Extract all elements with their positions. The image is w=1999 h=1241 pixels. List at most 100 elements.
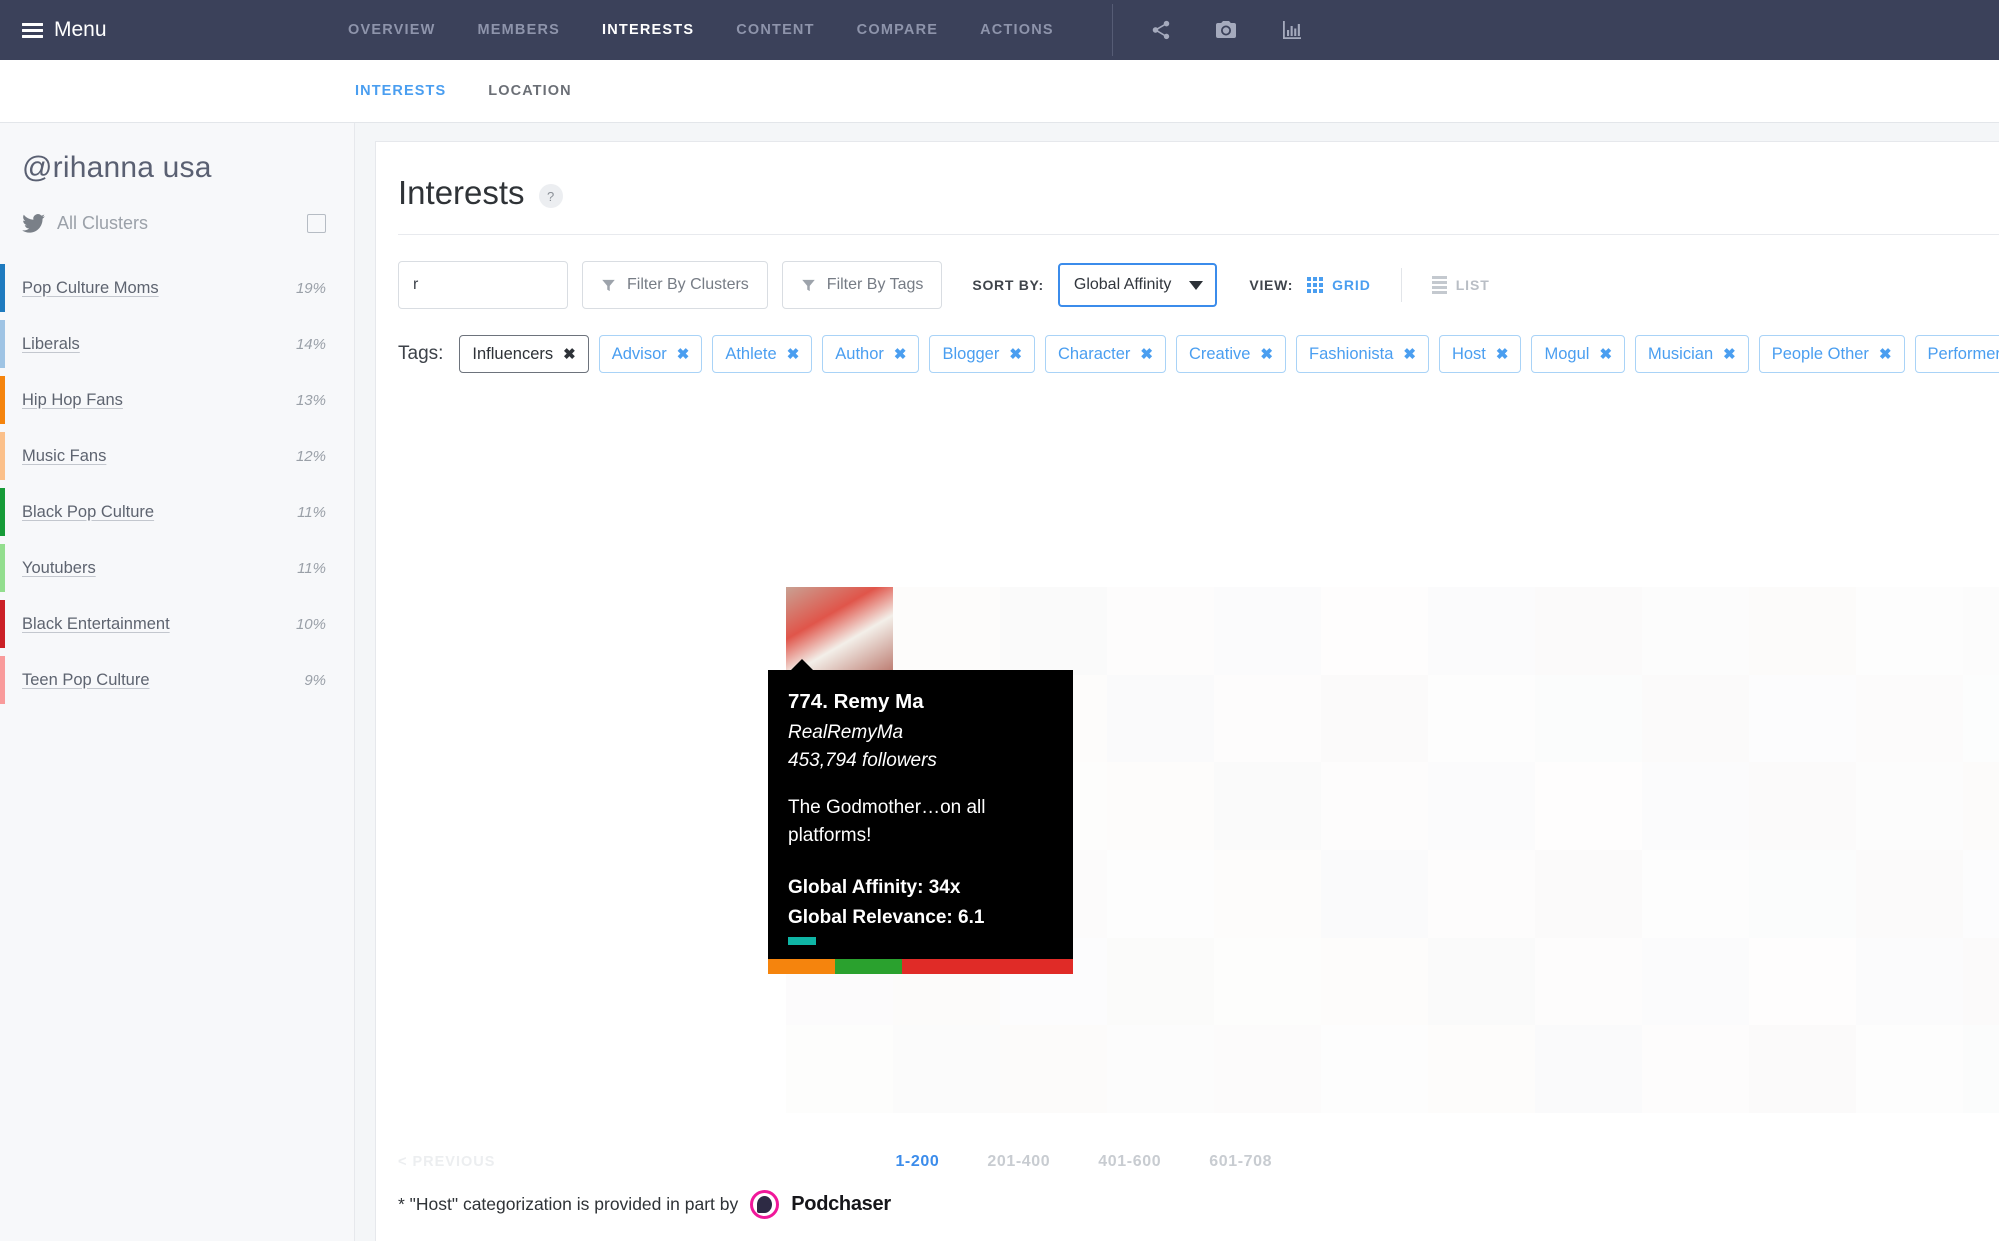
- interest-thumbnail[interactable]: [1963, 937, 1999, 1026]
- tab-members[interactable]: MEMBERS: [478, 22, 561, 38]
- search-input[interactable]: r: [398, 261, 568, 309]
- bar-chart-icon[interactable]: [1280, 18, 1304, 42]
- interest-thumbnail[interactable]: [1535, 1025, 1642, 1113]
- interest-thumbnail[interactable]: [893, 587, 1000, 675]
- interest-thumbnail[interactable]: [1749, 850, 1856, 938]
- interest-thumbnail[interactable]: [1856, 762, 1963, 851]
- tag-blogger[interactable]: Blogger ✖: [929, 335, 1035, 373]
- interest-thumbnail[interactable]: [1321, 850, 1428, 938]
- page-1-200[interactable]: 1-200: [895, 1153, 939, 1171]
- interest-thumbnail[interactable]: [1214, 850, 1321, 938]
- interest-thumbnail[interactable]: [1214, 1025, 1321, 1113]
- close-icon[interactable]: ✖: [1260, 345, 1273, 363]
- interest-thumbnail[interactable]: [1749, 587, 1856, 675]
- interest-thumbnail[interactable]: [1321, 1025, 1428, 1113]
- menu-button[interactable]: Menu: [0, 18, 107, 42]
- cluster-item-teen-pop-culture[interactable]: Teen Pop Culture 9%: [0, 652, 354, 708]
- interest-thumbnail[interactable]: [1321, 762, 1428, 851]
- close-icon[interactable]: ✖: [1723, 345, 1736, 363]
- tag-musician[interactable]: Musician ✖: [1635, 335, 1749, 373]
- tag-people-other[interactable]: People Other ✖: [1758, 335, 1905, 373]
- interest-thumbnail[interactable]: [1214, 587, 1321, 675]
- note-icon[interactable]: [307, 214, 326, 233]
- close-icon[interactable]: ✖: [1403, 345, 1416, 363]
- tag-character[interactable]: Character ✖: [1044, 335, 1166, 373]
- interest-thumbnail[interactable]: [1963, 1025, 1999, 1113]
- close-icon[interactable]: ✖: [1879, 345, 1892, 363]
- interest-thumbnail[interactable]: [1321, 937, 1428, 1026]
- close-icon[interactable]: ✖: [1009, 345, 1022, 363]
- tag-advisor[interactable]: Advisor ✖: [598, 335, 703, 373]
- camera-icon[interactable]: [1214, 18, 1238, 42]
- interest-thumbnail[interactable]: [1107, 937, 1214, 1026]
- previous-page-link[interactable]: < PREVIOUS: [398, 1154, 495, 1170]
- tag-mogul[interactable]: Mogul ✖: [1531, 335, 1626, 373]
- view-list-button[interactable]: LIST: [1431, 276, 1490, 294]
- all-clusters-row[interactable]: All Clusters: [0, 185, 354, 234]
- interest-thumbnail[interactable]: [1856, 850, 1963, 938]
- page-601-708[interactable]: 601-708: [1209, 1153, 1272, 1171]
- interest-thumbnail[interactable]: [1642, 674, 1749, 763]
- interest-thumbnail[interactable]: [1107, 762, 1214, 851]
- sort-by-select[interactable]: Global Affinity: [1057, 263, 1218, 307]
- interest-thumbnail[interactable]: [1535, 587, 1642, 675]
- interest-thumbnail[interactable]: [1535, 674, 1642, 763]
- interest-thumbnail[interactable]: [1963, 850, 1999, 938]
- interest-thumbnail[interactable]: [1535, 850, 1642, 938]
- interest-thumbnail[interactable]: [1642, 587, 1749, 675]
- interest-thumbnail[interactable]: [1856, 1025, 1963, 1113]
- interest-thumbnail[interactable]: [786, 1025, 893, 1113]
- cluster-item-liberals[interactable]: Liberals 14%: [0, 316, 354, 372]
- interest-thumbnail[interactable]: [1000, 587, 1107, 675]
- subtab-location[interactable]: LOCATION: [488, 83, 571, 99]
- interest-thumbnail[interactable]: [1749, 674, 1856, 763]
- subtab-interests[interactable]: INTERESTS: [355, 83, 446, 99]
- interest-thumbnail[interactable]: [1749, 762, 1856, 851]
- interest-thumbnail[interactable]: [1642, 850, 1749, 938]
- interest-thumbnail[interactable]: [1428, 587, 1535, 675]
- tag-host[interactable]: Host ✖: [1438, 335, 1522, 373]
- close-icon[interactable]: ✖: [894, 345, 907, 363]
- interest-thumbnail[interactable]: [1107, 674, 1214, 763]
- close-icon[interactable]: ✖: [677, 345, 690, 363]
- interest-thumbnail[interactable]: [1321, 587, 1428, 675]
- cluster-item-youtubers[interactable]: Youtubers 11%: [0, 540, 354, 596]
- view-grid-button[interactable]: GRID: [1307, 277, 1371, 293]
- interest-thumbnail[interactable]: [1749, 1025, 1856, 1113]
- interest-thumbnail[interactable]: [1642, 937, 1749, 1026]
- interest-thumbnail[interactable]: [1107, 850, 1214, 938]
- interest-thumbnail[interactable]: [1535, 937, 1642, 1026]
- share-icon[interactable]: [1150, 19, 1172, 41]
- interest-thumbnail[interactable]: [1856, 587, 1963, 675]
- tag-performer[interactable]: Performer ✖: [1914, 335, 1999, 373]
- close-icon[interactable]: ✖: [1496, 345, 1509, 363]
- filter-by-clusters-button[interactable]: Filter By Clusters: [582, 261, 768, 309]
- interest-thumbnail[interactable]: [1214, 674, 1321, 763]
- interest-thumbnail[interactable]: [1428, 937, 1535, 1026]
- help-icon[interactable]: ?: [538, 184, 563, 208]
- interest-thumbnail[interactable]: [1107, 1025, 1214, 1113]
- interest-thumbnail[interactable]: [1321, 674, 1428, 763]
- cluster-item-black-pop-culture[interactable]: Black Pop Culture 11%: [0, 484, 354, 540]
- interest-thumbnail[interactable]: [1963, 762, 1999, 851]
- cluster-item-black-entertainment[interactable]: Black Entertainment 10%: [0, 596, 354, 652]
- page-401-600[interactable]: 401-600: [1098, 1153, 1161, 1171]
- tag-influencers[interactable]: Influencers ✖: [459, 335, 589, 373]
- interest-thumbnail[interactable]: [1963, 587, 1999, 675]
- interest-thumbnail[interactable]: [1428, 1025, 1535, 1113]
- tab-overview[interactable]: OVERVIEW: [348, 22, 436, 38]
- interest-thumbnail[interactable]: [1214, 937, 1321, 1026]
- interest-thumbnail[interactable]: [1963, 674, 1999, 763]
- tag-athlete[interactable]: Athlete ✖: [712, 335, 813, 373]
- tab-content[interactable]: CONTENT: [736, 22, 814, 38]
- filter-by-tags-button[interactable]: Filter By Tags: [781, 261, 943, 309]
- interest-thumbnail[interactable]: [1428, 850, 1535, 938]
- interest-thumbnail[interactable]: [1214, 762, 1321, 851]
- interest-thumbnail[interactable]: [1642, 1025, 1749, 1113]
- interest-thumbnail[interactable]: [1000, 1025, 1107, 1113]
- tag-author[interactable]: Author ✖: [822, 335, 920, 373]
- tag-fashionista[interactable]: Fashionista ✖: [1296, 335, 1429, 373]
- tab-interests[interactable]: INTERESTS: [602, 22, 694, 38]
- tag-creative[interactable]: Creative ✖: [1175, 335, 1286, 373]
- interest-thumbnail[interactable]: [1428, 762, 1535, 851]
